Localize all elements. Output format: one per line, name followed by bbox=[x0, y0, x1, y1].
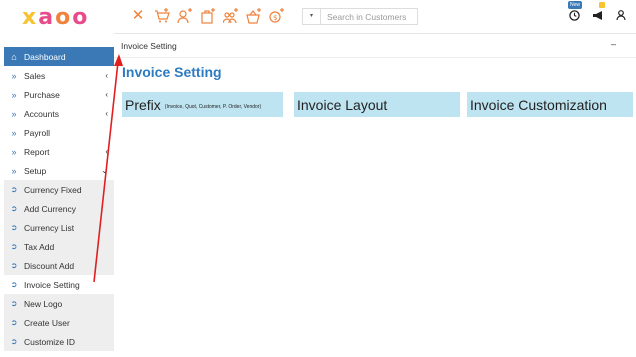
sidebar-subitem-currency-fixed[interactable]: ➲ Currency Fixed bbox=[4, 180, 114, 199]
circle-arrow-icon: ➲ bbox=[10, 299, 18, 308]
sidebar-subitem-invoice-setting[interactable]: ➲ Invoice Setting bbox=[4, 275, 114, 294]
breadcrumb: Invoice Setting bbox=[121, 41, 177, 51]
top-toolbar: ✕ $ ▾ Search in Customers New bbox=[114, 0, 636, 34]
sidebar-item-label: Currency List bbox=[24, 222, 75, 233]
search-input[interactable]: Search in Customers bbox=[321, 12, 406, 22]
clock-icon[interactable] bbox=[569, 10, 580, 24]
sidebar-item-label: Customize ID bbox=[24, 336, 76, 347]
circle-arrow-icon: ➲ bbox=[10, 185, 18, 194]
sidebar-menu: ⌂ Dashboard » Sales ‹ » Purchase ‹ » Acc… bbox=[4, 47, 114, 351]
notification-badge bbox=[599, 2, 605, 8]
new-badge: New bbox=[568, 1, 583, 9]
sidebar-item-payroll[interactable]: » Payroll bbox=[4, 123, 114, 142]
circle-arrow-icon: ➲ bbox=[10, 337, 18, 346]
sidebar: x a o o ⌂ Dashboard » Sales ‹ » Purchase… bbox=[0, 0, 114, 357]
sidebar-subitem-customize-id[interactable]: ➲ Customize ID bbox=[4, 332, 114, 351]
double-chevron-icon: » bbox=[11, 108, 17, 119]
breadcrumb-bar: Invoice Setting – bbox=[114, 34, 636, 58]
sidebar-item-label: Invoice Setting bbox=[24, 279, 80, 290]
sidebar-subitem-tax-add[interactable]: ➲ Tax Add bbox=[4, 237, 114, 256]
invoice-layout-card[interactable]: Invoice Layout bbox=[294, 92, 460, 117]
circle-arrow-icon: ➲ bbox=[10, 242, 18, 251]
double-chevron-icon: » bbox=[11, 165, 17, 176]
add-money-icon[interactable]: $ bbox=[269, 8, 285, 24]
sidebar-item-purchase[interactable]: » Purchase ‹ bbox=[4, 85, 114, 104]
sidebar-item-report[interactable]: » Report ‹ bbox=[4, 142, 114, 161]
add-to-cart-icon[interactable] bbox=[154, 8, 170, 24]
add-users-icon[interactable] bbox=[222, 8, 239, 24]
add-basket-icon[interactable] bbox=[246, 8, 262, 24]
sidebar-item-label: Currency Fixed bbox=[24, 184, 82, 195]
add-user-icon[interactable] bbox=[177, 8, 193, 24]
circle-arrow-icon: ➲ bbox=[10, 280, 18, 289]
sidebar-item-label: Discount Add bbox=[24, 260, 75, 271]
megaphone-icon[interactable] bbox=[592, 10, 604, 24]
sidebar-subitem-create-user[interactable]: ➲ Create User bbox=[4, 313, 114, 332]
circle-arrow-icon: ➲ bbox=[10, 223, 18, 232]
home-icon: ⌂ bbox=[11, 51, 17, 62]
circle-arrow-icon: ➲ bbox=[10, 204, 18, 213]
circle-arrow-icon: ➲ bbox=[10, 318, 18, 327]
sidebar-item-dashboard[interactable]: ⌂ Dashboard bbox=[4, 47, 114, 66]
card-subtitle: (Invoice, Quot, Customer, P. Order, Vend… bbox=[164, 103, 262, 110]
double-chevron-icon: » bbox=[11, 146, 17, 157]
sidebar-item-label: Accounts bbox=[24, 108, 59, 119]
double-chevron-icon: » bbox=[11, 127, 17, 138]
double-chevron-icon: » bbox=[11, 70, 17, 81]
invoice-customization-card[interactable]: Invoice Customization bbox=[467, 92, 633, 117]
user-icon[interactable] bbox=[616, 10, 626, 24]
sidebar-subitem-new-logo[interactable]: ➲ New Logo bbox=[4, 294, 114, 313]
collapse-button[interactable]: – bbox=[611, 39, 616, 49]
prefix-card[interactable]: Prefix (Invoice, Quot, Customer, P. Orde… bbox=[122, 92, 283, 117]
sidebar-item-label: Payroll bbox=[24, 127, 50, 138]
add-bag-icon[interactable] bbox=[200, 8, 216, 24]
sidebar-subitem-discount-add[interactable]: ➲ Discount Add bbox=[4, 256, 114, 275]
logo[interactable]: x a o o bbox=[0, 0, 114, 36]
chevron-down-icon: ⌄ bbox=[101, 166, 108, 175]
card-title: Prefix bbox=[125, 96, 161, 113]
sidebar-item-accounts[interactable]: » Accounts ‹ bbox=[4, 104, 114, 123]
sidebar-item-setup[interactable]: » Setup ⌄ bbox=[4, 161, 114, 180]
chevron-left-icon: ‹ bbox=[105, 147, 108, 156]
chevron-left-icon: ‹ bbox=[105, 109, 108, 118]
sidebar-item-label: Create User bbox=[24, 317, 70, 328]
logo-letter: x bbox=[22, 5, 37, 30]
sidebar-subitem-add-currency[interactable]: ➲ Add Currency bbox=[4, 199, 114, 218]
sidebar-item-label: Purchase bbox=[24, 89, 60, 100]
logo-letter: a bbox=[38, 5, 54, 30]
sidebar-item-label: Report bbox=[24, 146, 50, 157]
chevron-left-icon: ‹ bbox=[105, 90, 108, 99]
card-title: Invoice Customization bbox=[470, 96, 607, 113]
circle-arrow-icon: ➲ bbox=[10, 261, 18, 270]
sidebar-item-label: Setup bbox=[24, 165, 47, 176]
logo-letter: o bbox=[72, 5, 88, 30]
card-title: Invoice Layout bbox=[297, 96, 388, 113]
svg-text:$: $ bbox=[273, 14, 277, 22]
sidebar-subitem-currency-list[interactable]: ➲ Currency List bbox=[4, 218, 114, 237]
sidebar-item-label: New Logo bbox=[24, 298, 63, 309]
sidebar-item-label: Add Currency bbox=[24, 203, 76, 214]
sidebar-item-label: Sales bbox=[24, 70, 46, 81]
page-title: Invoice Setting bbox=[122, 64, 222, 80]
sidebar-item-label: Dashboard bbox=[24, 51, 66, 62]
sidebar-item-sales[interactable]: » Sales ‹ bbox=[4, 66, 114, 85]
search-box[interactable]: ▾ Search in Customers bbox=[302, 8, 418, 25]
search-scope-dropdown[interactable]: ▾ bbox=[303, 9, 321, 24]
chevron-left-icon: ‹ bbox=[105, 71, 108, 80]
sidebar-item-label: Tax Add bbox=[24, 241, 55, 252]
close-icon[interactable]: ✕ bbox=[130, 8, 146, 24]
logo-letter: o bbox=[55, 5, 71, 30]
double-chevron-icon: » bbox=[11, 89, 17, 100]
